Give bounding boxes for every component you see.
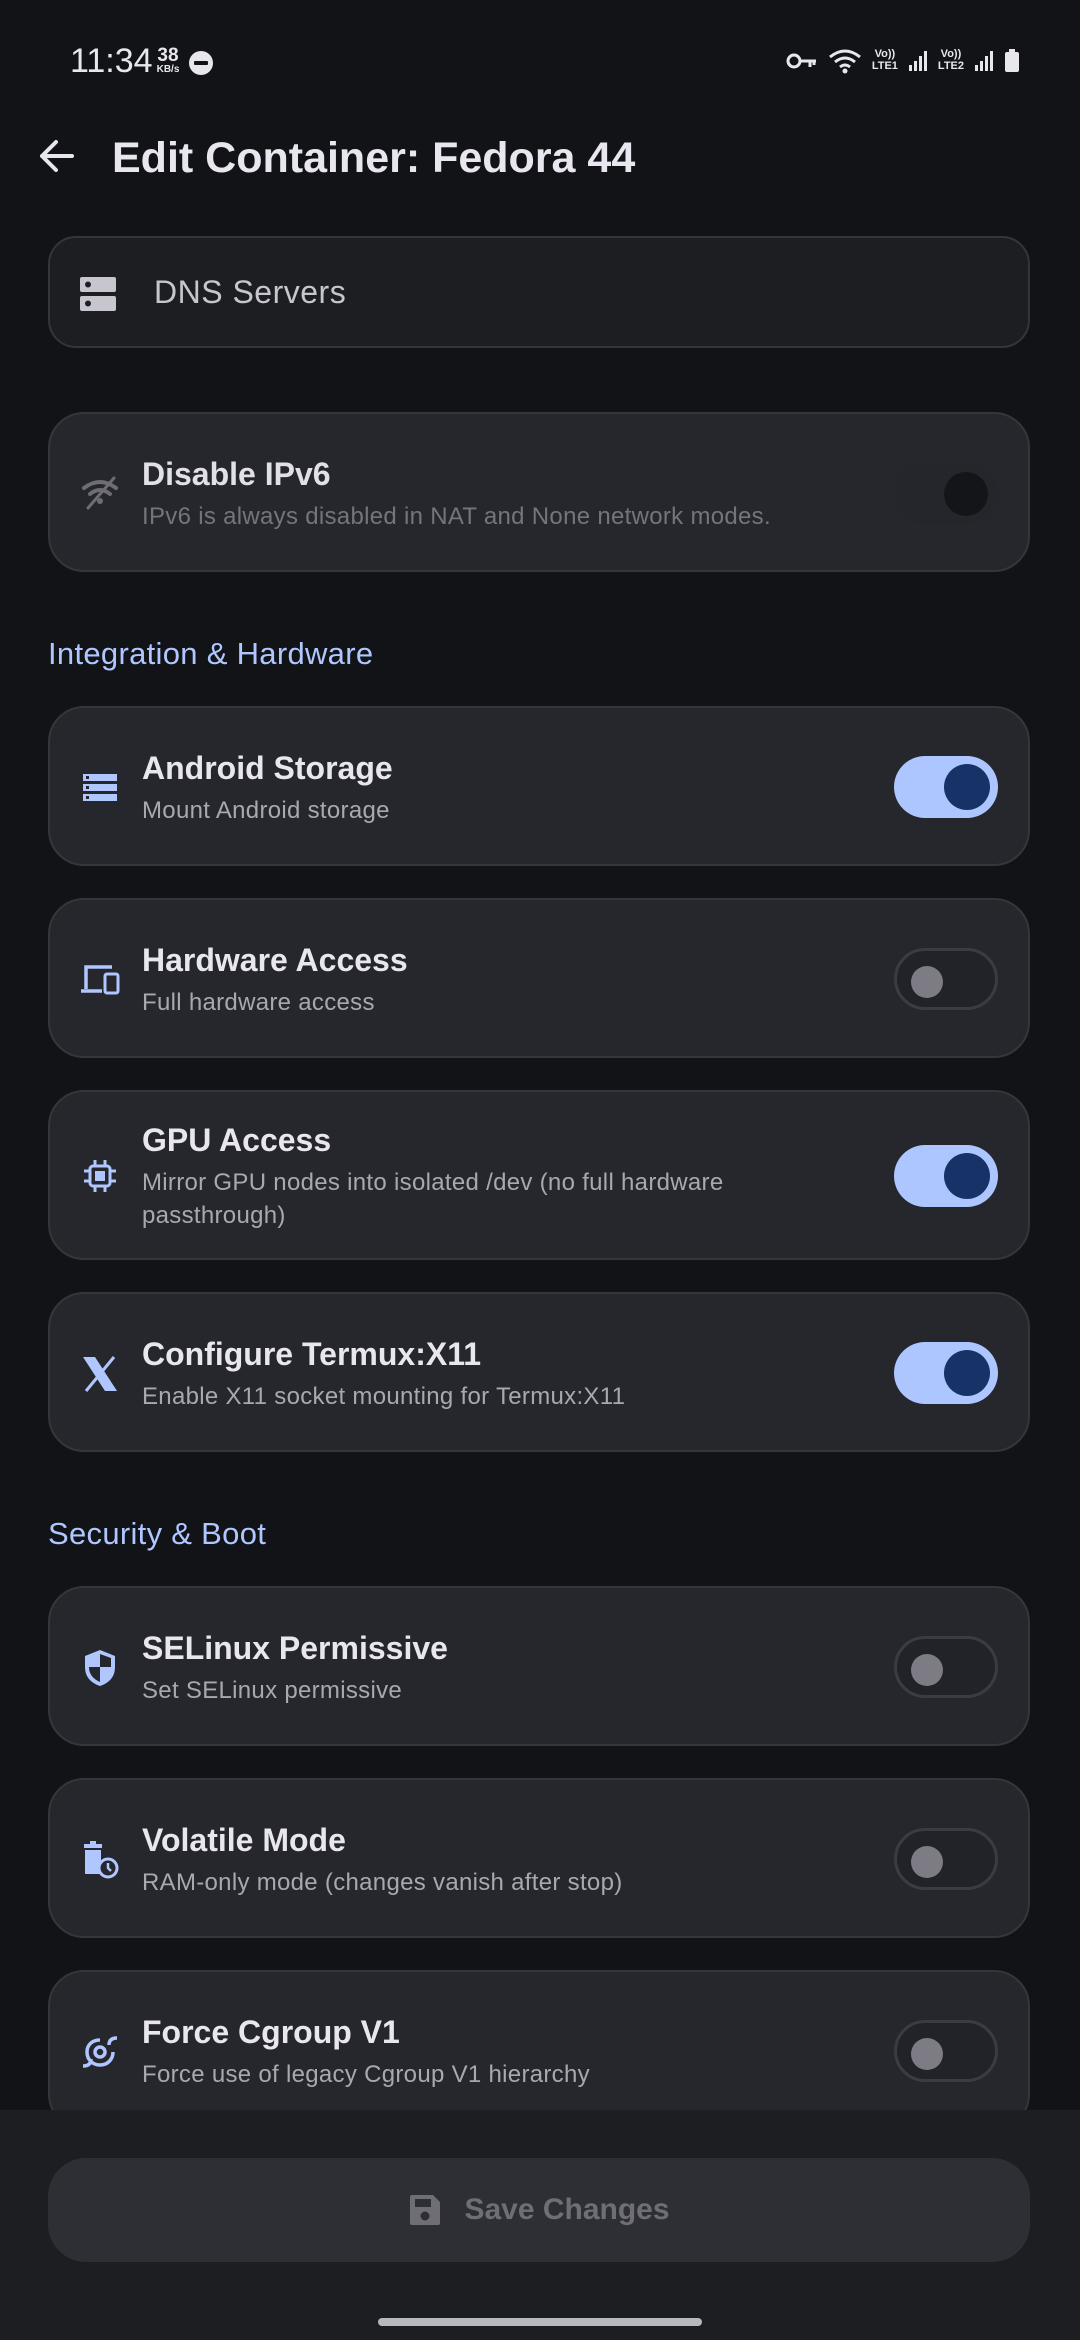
setting-subtitle: Force use of legacy Cgroup V1 hierarchy [142,2061,590,2088]
wifi-icon [828,49,861,74]
hardware-access-toggle[interactable] [894,948,998,1010]
setting-title: GPU Access [142,1122,332,1158]
dns-servers-label: DNS Servers [154,274,347,310]
signal-icon [975,51,993,71]
setting-title: Configure Termux:X11 [142,1336,482,1372]
status-time: 11:34 [70,42,153,80]
section-header-integration: Integration & Hardware [48,636,374,671]
setting-subtitle: RAM-only mode (changes vanish after stop… [142,1869,623,1896]
force-cgroup-v1-toggle[interactable] [894,2020,998,2082]
cyclone-icon [80,2032,120,2072]
setting-title: Android Storage [142,750,393,786]
dns-servers-field[interactable]: DNS Servers [48,236,1030,348]
volatile-mode-toggle[interactable] [894,1828,998,1890]
setting-subtitle: Set SELinux permissive [142,1677,403,1704]
setting-subtitle: Enable X11 socket mounting for Termux:X1… [142,1383,626,1410]
storage-icon [80,768,120,808]
selinux-permissive-toggle[interactable] [894,1636,998,1698]
setting-subtitle: Mirror GPU nodes into isolated /dev (no … [142,1169,724,1229]
disable-ipv6-toggle [894,462,998,524]
status-bar: 11:34 38 KB/s Vo)) LTE1 Vo)) LTE2 [0,0,1080,128]
delete-clock-icon [80,1840,120,1880]
sim1-label: Vo)) LTE1 [871,48,898,72]
setting-hardware-access[interactable]: Hardware Access Full hardware access [48,898,1030,1058]
setting-title: SELinux Permissive [142,1630,448,1666]
termux-x11-toggle[interactable] [894,1342,998,1404]
gpu-access-toggle[interactable] [894,1145,998,1207]
setting-selinux-permissive[interactable]: SELinux Permissive Set SELinux permissiv… [48,1586,1030,1746]
page-title: Edit Container: Fedora 44 [112,134,636,182]
home-indicator[interactable] [378,2318,702,2326]
setting-termux-x11[interactable]: Configure Termux:X11 Enable X11 socket m… [48,1292,1030,1452]
setting-title: Disable IPv6 [142,456,331,492]
setting-title: Volatile Mode [142,1822,346,1858]
section-header-security: Security & Boot [48,1516,267,1551]
dns-icon [80,277,116,311]
setting-volatile-mode[interactable]: Volatile Mode RAM-only mode (changes van… [48,1778,1030,1938]
save-changes-button[interactable]: Save Changes [48,2158,1030,2262]
vpn-key-icon [786,53,816,69]
setting-android-storage[interactable]: Android Storage Mount Android storage [48,706,1030,866]
signal-icon [908,51,927,71]
back-button[interactable] [36,136,76,176]
x-icon [80,1354,120,1394]
sim2-label: Vo)) LTE2 [937,48,964,72]
setting-title: Force Cgroup V1 [142,2014,400,2050]
save-changes-label: Save Changes [464,2193,670,2226]
network-speed: 38 KB/s [156,45,180,75]
chip-icon [80,1156,120,1196]
android-storage-toggle[interactable] [894,756,998,818]
setting-title: Hardware Access [142,942,408,978]
save-icon [410,2195,441,2225]
setting-gpu-access[interactable]: GPU Access Mirror GPU nodes into isolate… [48,1090,1030,1260]
setting-force-cgroup-v1[interactable]: Force Cgroup V1 Force use of legacy Cgro… [48,1970,1030,2130]
do-not-disturb-icon [189,51,213,75]
setting-subtitle: Mount Android storage [142,797,390,824]
setting-subtitle: IPv6 is always disabled in NAT and None … [142,503,771,530]
wifi-off-icon [80,472,120,512]
shield-icon [80,1648,120,1688]
setting-disable-ipv6: Disable IPv6 IPv6 is always disabled in … [48,412,1030,572]
devices-icon [80,960,120,1000]
setting-subtitle: Full hardware access [142,989,375,1016]
battery-icon [1005,49,1019,72]
